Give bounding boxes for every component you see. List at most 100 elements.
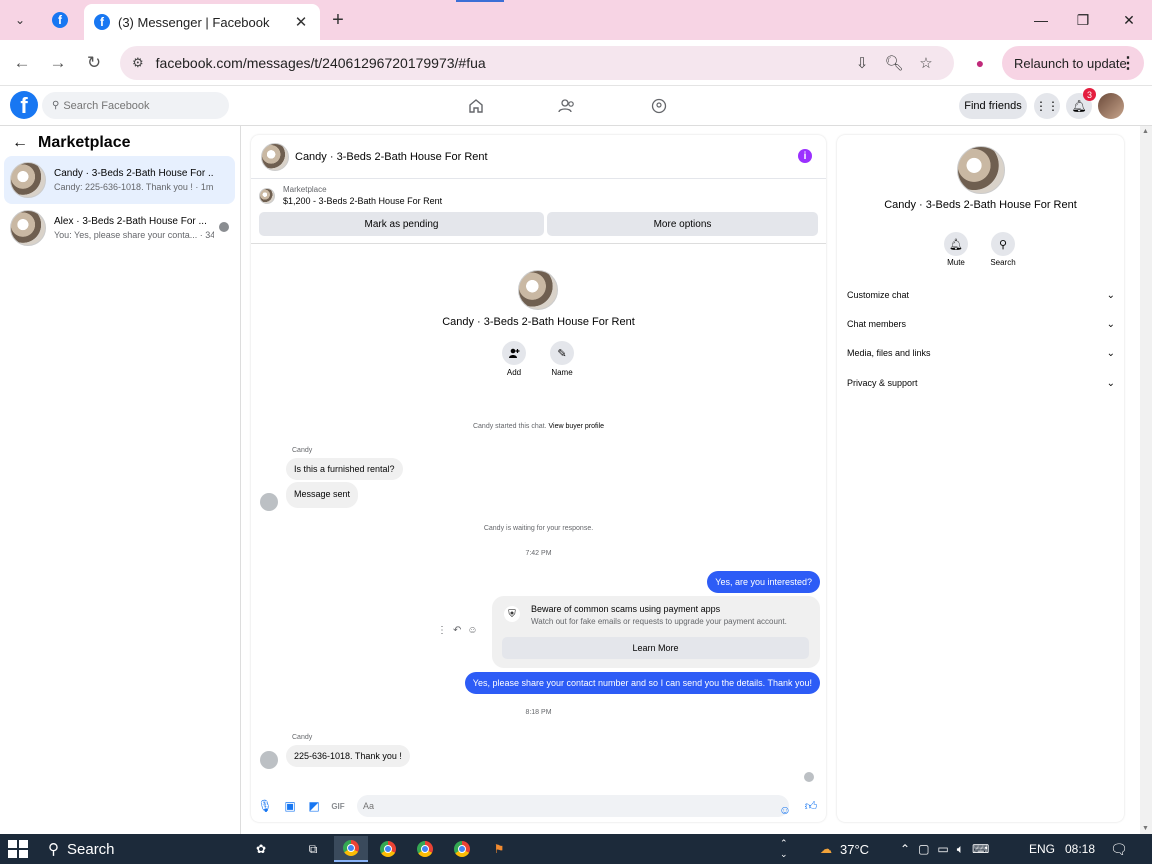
chat-members-row[interactable]: Chat members ⌄ — [847, 314, 1115, 334]
view-buyer-profile-link[interactable]: View buyer profile — [548, 423, 604, 430]
chevron-down-icon: ⌄ — [1106, 377, 1115, 389]
edit-name-icon[interactable]: ✎ — [550, 341, 574, 365]
photo-icon[interactable]: ▣ — [282, 798, 298, 814]
chrome-taskbar-icon[interactable] — [334, 836, 368, 862]
chrome-taskbar-icon[interactable] — [408, 836, 442, 862]
close-window-button[interactable]: ✕ — [1106, 6, 1152, 34]
media-files-links-row[interactable]: Media, files and links ⌄ — [847, 343, 1115, 363]
menu-grid-icon[interactable]: ⋮⋮ — [1034, 93, 1060, 119]
scroll-down-arrow-icon[interactable]: ▼ — [1142, 825, 1149, 832]
bookmark-star-icon[interactable]: ☆ — [910, 49, 942, 77]
back-arrow-icon[interactable]: ← — [12, 134, 28, 152]
outgoing-message[interactable]: Yes, are you interested? — [707, 571, 820, 593]
scam-warning-title: Beware of common scams using payment app… — [531, 604, 721, 614]
weather-widget[interactable]: ☁ 37°C — [820, 834, 869, 864]
volume-icon[interactable]: 🔈︎ — [957, 842, 964, 857]
forward-button[interactable]: → — [44, 49, 72, 77]
tray-expand-icon[interactable]: ⌃ — [900, 842, 910, 856]
customize-chat-row[interactable]: Customize chat ⌄ — [847, 285, 1115, 305]
tab-search-button[interactable]: ⌄ — [8, 8, 32, 32]
taskbar-search-label: Search — [67, 840, 115, 858]
conversation-item[interactable]: Candy · 3-Beds 2-Bath House For ... Cand… — [4, 156, 235, 204]
account-avatar[interactable] — [1098, 93, 1124, 119]
privacy-support-row[interactable]: Privacy & support ⌄ — [847, 373, 1115, 393]
react-emoji-icon[interactable]: ☺ — [467, 625, 477, 636]
facebook-logo-icon[interactable]: f — [10, 91, 38, 119]
thumbs-up-icon[interactable]: 👍︎ — [803, 798, 819, 814]
find-friends-button[interactable]: Find friends — [959, 93, 1027, 119]
install-app-icon[interactable]: ⇩ — [846, 49, 878, 77]
back-button[interactable]: ← — [8, 49, 36, 77]
minimize-button[interactable]: — — [1018, 6, 1064, 34]
taskbar-scroll-arrows[interactable]: ⌃ ⌄ — [780, 834, 788, 864]
site-info-icon[interactable]: ⚙ — [132, 55, 144, 71]
listing-summary[interactable]: Marketplace $1,200 - 3-Beds 2-Bath House… — [259, 185, 442, 206]
more-menu-icon[interactable]: ⋮ — [1120, 53, 1136, 73]
clock[interactable]: 08:18 — [1065, 834, 1095, 864]
conversation-item[interactable]: Alex · 3-Beds 2-Bath House For ... You: … — [4, 204, 235, 252]
relaunch-button[interactable]: Relaunch to update ⋮ — [1002, 46, 1144, 80]
tab-facebook-pinned[interactable]: f — [44, 6, 76, 34]
flowers-app-icon[interactable]: ✿ — [244, 836, 278, 862]
tab-title: (3) Messenger | Facebook — [118, 14, 270, 30]
meet-icon[interactable]: ▢ — [918, 842, 929, 856]
sticker-icon[interactable]: ◩ — [306, 798, 322, 814]
groups-nav-icon[interactable] — [639, 94, 679, 118]
page-scrollbar[interactable]: ▲ ▼ — [1140, 126, 1152, 834]
new-tab-button[interactable]: + — [326, 8, 350, 32]
add-label: Add — [506, 368, 522, 377]
tab-messenger[interactable]: f (3) Messenger | Facebook ✕ — [84, 4, 320, 40]
learn-more-button[interactable]: Learn More — [502, 637, 809, 659]
incoming-message[interactable]: Is this a furnished rental? — [286, 458, 403, 480]
mute-bell-icon[interactable]: 🔔︎ — [944, 232, 968, 256]
chat-center-title: Candy · 3-Beds 2-Bath House For Rent — [442, 316, 635, 328]
waiting-notice: Candy is waiting for your response. — [483, 525, 594, 532]
friends-nav-icon[interactable] — [547, 94, 587, 118]
emoji-icon[interactable]: ☺ — [777, 802, 793, 818]
message-composer: 🎙︎ ▣ ◩ GIF ☺ 👍︎ — [251, 791, 826, 821]
mark-as-pending-button[interactable]: Mark as pending — [259, 212, 544, 236]
chrome-taskbar-icon[interactable] — [371, 836, 405, 862]
restore-button[interactable]: ❐ — [1060, 6, 1106, 34]
more-options-button[interactable]: More options — [547, 212, 818, 236]
network-icon[interactable]: ▭ — [937, 842, 948, 856]
tab-close-icon[interactable]: ✕ — [292, 13, 310, 31]
info-icon[interactable]: i — [798, 149, 812, 163]
zoom-icon[interactable]: 🔍︎ — [878, 49, 910, 77]
chrome-taskbar-icon[interactable] — [445, 836, 479, 862]
incoming-message[interactable]: Message sent — [286, 482, 359, 508]
reload-button[interactable]: ↻ — [80, 49, 108, 77]
scroll-up-arrow-icon[interactable]: ▲ — [1142, 128, 1149, 135]
incoming-message[interactable]: 225-636-1018. Thank you ! — [286, 745, 410, 767]
facebook-search-input[interactable] — [63, 99, 214, 112]
address-bar[interactable]: ⚙ facebook.com/messages/t/24061296720179… — [120, 46, 954, 80]
message-input-box[interactable] — [357, 795, 789, 817]
url-text[interactable]: facebook.com/messages/t/2406129672017997… — [156, 55, 846, 71]
keyboard-icon[interactable]: ⌨ — [972, 842, 989, 856]
add-person-icon[interactable] — [502, 341, 526, 365]
more-actions-icon[interactable]: ⋮ — [437, 625, 447, 636]
gif-icon[interactable]: GIF — [330, 798, 346, 814]
notification-center-icon[interactable]: 🗨︎ — [1110, 834, 1128, 864]
profile-icon[interactable]: ● — [968, 51, 992, 75]
app-taskbar-icon[interactable]: ⚑ — [482, 836, 516, 862]
windows-taskbar: ⚲ Search ✿ ⧉ ⚑ ⌃ ⌄ ☁ 37°C ⌃ ▢ ▭ 🔈︎ ⌨ ENG … — [0, 834, 1152, 864]
read-receipt-icon — [804, 772, 814, 782]
facebook-search-box[interactable]: ⚲ — [42, 92, 229, 119]
chat-title[interactable]: Candy · 3-Beds 2-Bath House For Rent — [295, 151, 488, 163]
contact-avatar[interactable] — [260, 751, 278, 769]
listing-thumbnail — [10, 162, 46, 198]
microphone-icon[interactable]: 🎙︎ — [257, 798, 273, 814]
windows-start-icon[interactable] — [8, 840, 28, 858]
divider — [251, 243, 826, 244]
reply-icon[interactable]: ↶ — [453, 625, 461, 636]
home-nav-icon[interactable] — [456, 94, 496, 118]
contact-avatar[interactable] — [260, 493, 278, 511]
taskbar-search[interactable]: ⚲ Search — [40, 834, 240, 864]
outgoing-message[interactable]: Yes, please share your contact number an… — [464, 672, 820, 694]
task-view-icon[interactable]: ⧉ — [296, 836, 330, 862]
search-conversation-icon[interactable]: ⚲ — [991, 232, 1015, 256]
language-indicator[interactable]: ENG — [1029, 834, 1055, 864]
message-input[interactable] — [363, 801, 763, 811]
listing-thumbnail[interactable] — [261, 142, 289, 171]
